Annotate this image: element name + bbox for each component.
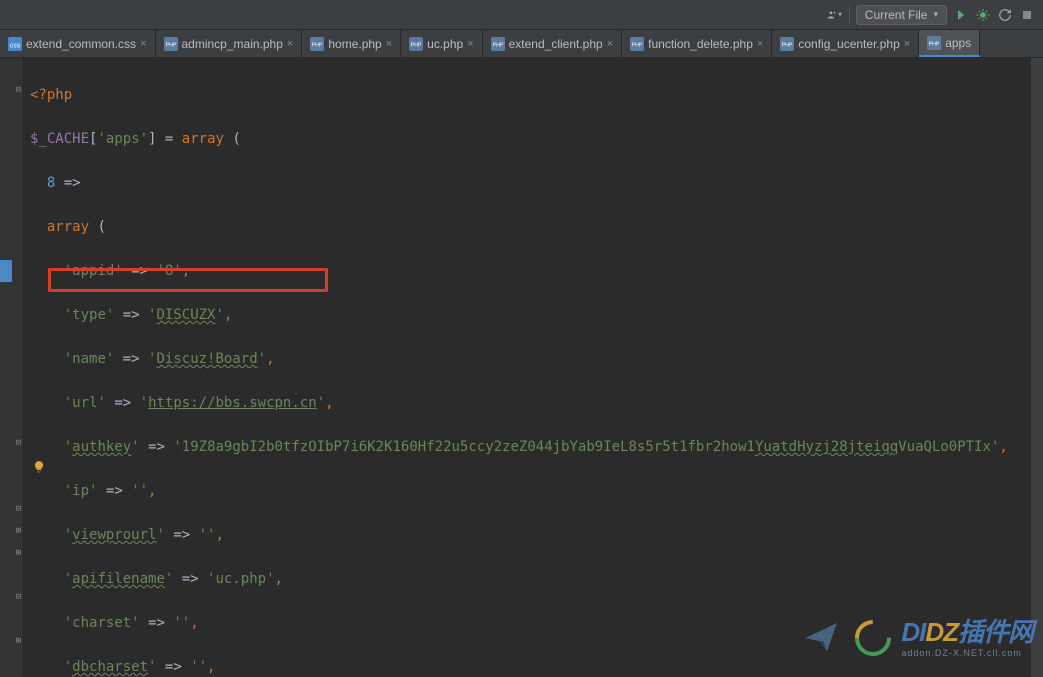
intention-bulb-icon[interactable]	[32, 460, 46, 474]
array-keyword: array	[182, 131, 224, 147]
run-config-dropdown[interactable]: Current File ▾	[856, 5, 947, 25]
stop-icon[interactable]	[1019, 7, 1035, 23]
kv-key: dbcharset	[72, 659, 148, 675]
code-editor[interactable]: ⊟ ⊟ ⊟ ⊞ ⊞ ⊟ ⊞ <?php $_CACHE['apps'] = ar…	[0, 58, 1043, 677]
php-open-tag: <?php	[30, 87, 72, 103]
php-file-icon: PHP	[630, 37, 644, 51]
tab-label: apps	[945, 36, 971, 50]
fold-minus-icon[interactable]: ⊟	[14, 592, 23, 601]
editor-gutter: ⊟ ⊟ ⊟ ⊞ ⊞ ⊟ ⊞	[0, 58, 24, 677]
wm-subtext: addon.DZ-X.NET.cll.com	[901, 648, 1033, 659]
kv-key: appid	[72, 263, 114, 279]
tab-label: function_delete.php	[648, 37, 753, 51]
vertical-scrollbar[interactable]	[1031, 58, 1043, 677]
close-icon[interactable]: ×	[287, 38, 293, 50]
refresh-icon[interactable]	[997, 7, 1013, 23]
tab-label: uc.php	[427, 37, 463, 51]
fold-minus-icon[interactable]: ⊟	[14, 85, 23, 94]
php-file-icon: PHP	[491, 37, 505, 51]
kv-val-part: 28jteiqq	[831, 439, 898, 455]
tab-home[interactable]: PHP home.php ×	[302, 30, 401, 57]
php-file-icon: PHP	[927, 36, 941, 50]
circle-logo-icon	[855, 620, 891, 656]
users-dropdown-icon[interactable]: ▾	[827, 7, 843, 23]
kv-val: DISCUZX	[156, 307, 215, 323]
svg-text:PHP: PHP	[492, 42, 503, 48]
php-file-icon: PHP	[164, 37, 178, 51]
fold-plus-icon[interactable]: ⊞	[14, 526, 23, 535]
kv-key: viewprourl	[72, 527, 156, 543]
svg-text:PHP: PHP	[312, 42, 323, 48]
kv-key: url	[72, 395, 97, 411]
close-icon[interactable]: ×	[757, 38, 763, 50]
close-icon[interactable]: ×	[904, 38, 910, 50]
svg-text:PHP: PHP	[782, 42, 793, 48]
kv-val: 8	[165, 263, 173, 279]
svg-text:PHP: PHP	[411, 42, 422, 48]
kv-key: name	[72, 351, 106, 367]
close-icon[interactable]: ×	[140, 38, 146, 50]
php-file-icon: PHP	[310, 37, 324, 51]
tab-uc[interactable]: PHP uc.php ×	[401, 30, 482, 57]
kv-key: charset	[72, 615, 131, 631]
code-content[interactable]: <?php $_CACHE['apps'] = array ( 8 => arr…	[24, 58, 1043, 677]
wm-text: DZ	[925, 617, 958, 647]
debug-button[interactable]	[975, 7, 991, 23]
tab-label: extend_client.php	[509, 37, 603, 51]
fold-minus-icon[interactable]: ⊟	[14, 504, 23, 513]
svg-text:PHP: PHP	[632, 42, 643, 48]
kv-key: ip	[72, 483, 89, 499]
php-file-icon: PHP	[780, 37, 794, 51]
wm-text: DI	[901, 617, 925, 647]
tab-extend-client[interactable]: PHP extend_client.php ×	[483, 30, 623, 57]
tab-function-delete[interactable]: PHP function_delete.php ×	[622, 30, 772, 57]
array-keyword: array	[47, 219, 89, 235]
svg-text:css: css	[10, 42, 21, 49]
kv-val-part: VuaQLo0PTIx	[898, 439, 991, 455]
kv-key: authkey	[72, 439, 131, 455]
kv-key: type	[72, 307, 106, 323]
gutter-marker[interactable]	[0, 260, 12, 282]
fold-plus-icon[interactable]: ⊞	[14, 548, 23, 557]
var-cache: $_CACHE	[30, 131, 89, 147]
close-icon[interactable]: ×	[607, 38, 613, 50]
kv-val-part: 19Z8a9gbI2b0tfzOIbP7i6K2K160Hf22u5ccy2ze…	[182, 439, 755, 455]
url-value: https://bbs.swcpn.cn	[148, 395, 317, 411]
svg-text:PHP: PHP	[929, 41, 940, 47]
kv-val-part: YuatdHyzj	[755, 439, 831, 455]
chevron-down-icon: ▾	[933, 9, 938, 20]
php-file-icon: PHP	[409, 37, 423, 51]
tab-label: extend_common.css	[26, 37, 136, 51]
watermark-logo: DIDZ插件网 addon.DZ-X.NET.cll.com	[799, 617, 1033, 659]
tab-label: config_ucenter.php	[798, 37, 899, 51]
paper-plane-icon	[799, 618, 845, 658]
svg-text:PHP: PHP	[165, 42, 176, 48]
run-config-label: Current File	[865, 8, 928, 22]
main-toolbar: ▾ Current File ▾	[0, 0, 1043, 30]
tab-config-ucenter[interactable]: PHP config_ucenter.php ×	[772, 30, 919, 57]
fold-minus-icon[interactable]: ⊟	[14, 438, 23, 447]
run-button[interactable]	[953, 7, 969, 23]
kv-val: uc.php	[215, 571, 266, 587]
tab-apps[interactable]: PHP apps	[919, 30, 980, 57]
close-icon[interactable]: ×	[467, 38, 473, 50]
tab-extend-common-css[interactable]: css extend_common.css ×	[0, 30, 156, 57]
fold-plus-icon[interactable]: ⊞	[14, 636, 23, 645]
kv-val: Discuz!Board	[156, 351, 257, 367]
kv-key: apifilename	[72, 571, 165, 587]
css-file-icon: css	[8, 37, 22, 51]
tab-label: home.php	[328, 37, 381, 51]
array-key: apps	[106, 131, 140, 147]
tab-admincp-main[interactable]: PHP admincp_main.php ×	[156, 30, 303, 57]
tab-label: admincp_main.php	[182, 37, 283, 51]
editor-tabs-bar: css extend_common.css × PHP admincp_main…	[0, 30, 1043, 58]
wm-text: 插件网	[958, 617, 1033, 647]
close-icon[interactable]: ×	[386, 38, 392, 50]
